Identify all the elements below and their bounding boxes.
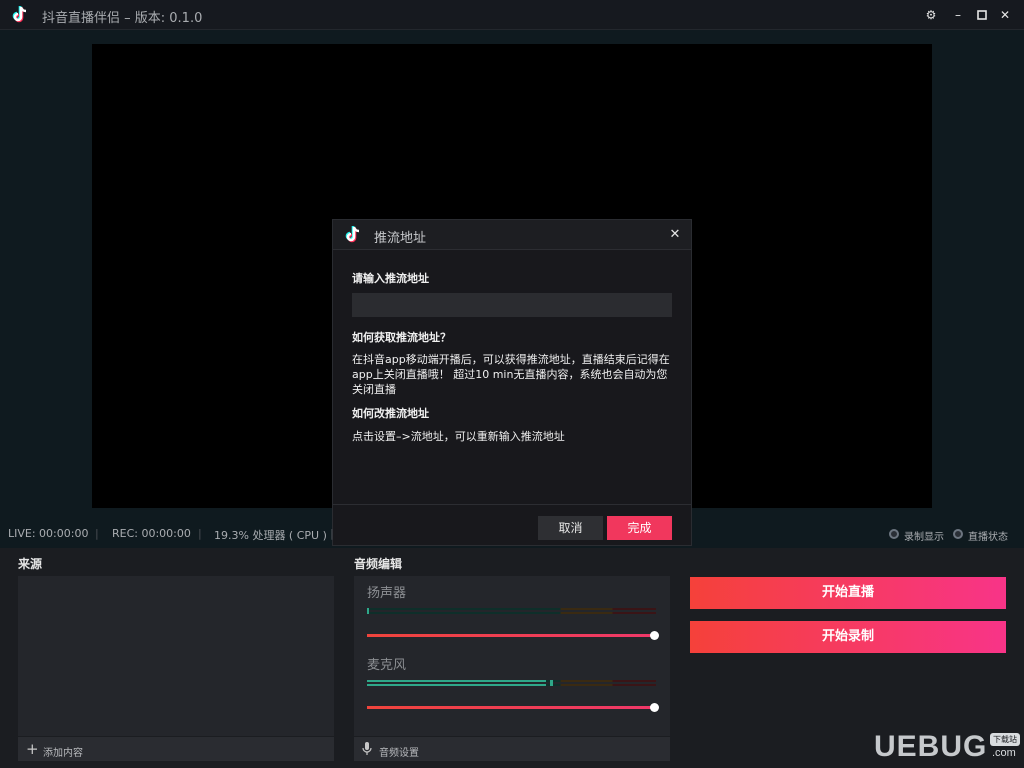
separator: | bbox=[95, 527, 99, 540]
slider-handle[interactable] bbox=[650, 631, 659, 640]
status-bar: LIVE: 00:00:00 | REC: 00:00:00 | 19.3% 处… bbox=[0, 520, 1024, 546]
help-answer-2: 点击设置–>流地址，可以重新输入推流地址 bbox=[352, 430, 565, 443]
watermark-sub: 下载站 bbox=[990, 733, 1020, 746]
separator: | bbox=[330, 527, 334, 540]
mic-label: 麦克风 bbox=[367, 658, 407, 673]
audio-settings-button[interactable]: 音频设置 bbox=[354, 737, 670, 761]
help-answer-1: 在抖音app移动端开播后，可以获得推流地址，直播结束后记得在app上关闭直播哦！… bbox=[352, 353, 670, 396]
speaker-level-meter bbox=[367, 608, 656, 616]
audio-title: 音频编辑 bbox=[354, 557, 403, 571]
rec-timer: REC: 00:00:00 bbox=[112, 527, 191, 540]
help-question-1: 如何获取推流地址？ bbox=[352, 331, 451, 344]
stream-url-label: 请输入推流地址 bbox=[352, 272, 429, 285]
record-display-radio[interactable] bbox=[889, 529, 899, 539]
add-content-button[interactable]: + 添加内容 bbox=[18, 737, 334, 761]
microphone-icon bbox=[362, 742, 372, 755]
speaker-label: 扬声器 bbox=[367, 586, 407, 601]
stream-url-dialog: 推流地址 ✕ 请输入推流地址 如何获取推流地址？ 在抖音app移动端开播后，可以… bbox=[332, 219, 692, 546]
close-icon[interactable]: ✕ bbox=[667, 227, 683, 243]
mic-volume-slider[interactable] bbox=[367, 702, 659, 712]
live-status-label: 直播状态 bbox=[968, 532, 1008, 543]
title-bar: 抖音直播伴侣 – 版本: 0.1.0 ⚙ – ✕ bbox=[0, 0, 1024, 30]
dialog-header: 推流地址 ✕ bbox=[333, 220, 691, 250]
speaker-volume-slider[interactable] bbox=[367, 630, 659, 640]
douyin-logo-icon bbox=[345, 226, 360, 243]
dialog-title: 推流地址 bbox=[374, 231, 427, 246]
mic-level-meter bbox=[367, 680, 656, 688]
add-content-label: 添加内容 bbox=[43, 748, 83, 759]
start-live-button[interactable]: 开始直播 bbox=[690, 577, 1006, 609]
record-display-label: 录制显示 bbox=[904, 532, 944, 543]
audio-mixer: 扬声器 麦克风 bbox=[354, 576, 670, 736]
help-question-2: 如何改推流地址 bbox=[352, 407, 429, 420]
separator: | bbox=[198, 527, 202, 540]
window-title: 抖音直播伴侣 – 版本: 0.1.0 bbox=[42, 11, 203, 26]
stream-url-input[interactable] bbox=[352, 293, 672, 317]
douyin-logo-icon bbox=[12, 6, 27, 23]
watermark-domain: .com bbox=[992, 747, 1016, 759]
live-timer: LIVE: 00:00:00 bbox=[8, 527, 89, 540]
sources-list[interactable] bbox=[18, 576, 334, 736]
maximize-icon[interactable] bbox=[973, 6, 991, 24]
gear-icon[interactable]: ⚙ bbox=[922, 6, 940, 24]
cpu-usage: 19.3% 处理器 ( CPU ) bbox=[214, 529, 327, 542]
watermark-text: UEBUG bbox=[874, 730, 988, 763]
close-icon[interactable]: ✕ bbox=[996, 6, 1014, 24]
slider-handle[interactable] bbox=[650, 703, 659, 712]
divider bbox=[333, 504, 691, 505]
start-record-button[interactable]: 开始录制 bbox=[690, 621, 1006, 653]
minimize-icon[interactable]: – bbox=[949, 6, 967, 24]
audio-settings-label: 音频设置 bbox=[379, 748, 419, 759]
plus-icon: + bbox=[26, 740, 39, 758]
watermark-logo: UEBUG 下载站 .com bbox=[874, 730, 1024, 766]
live-status-radio[interactable] bbox=[953, 529, 963, 539]
sources-title: 来源 bbox=[18, 557, 43, 571]
